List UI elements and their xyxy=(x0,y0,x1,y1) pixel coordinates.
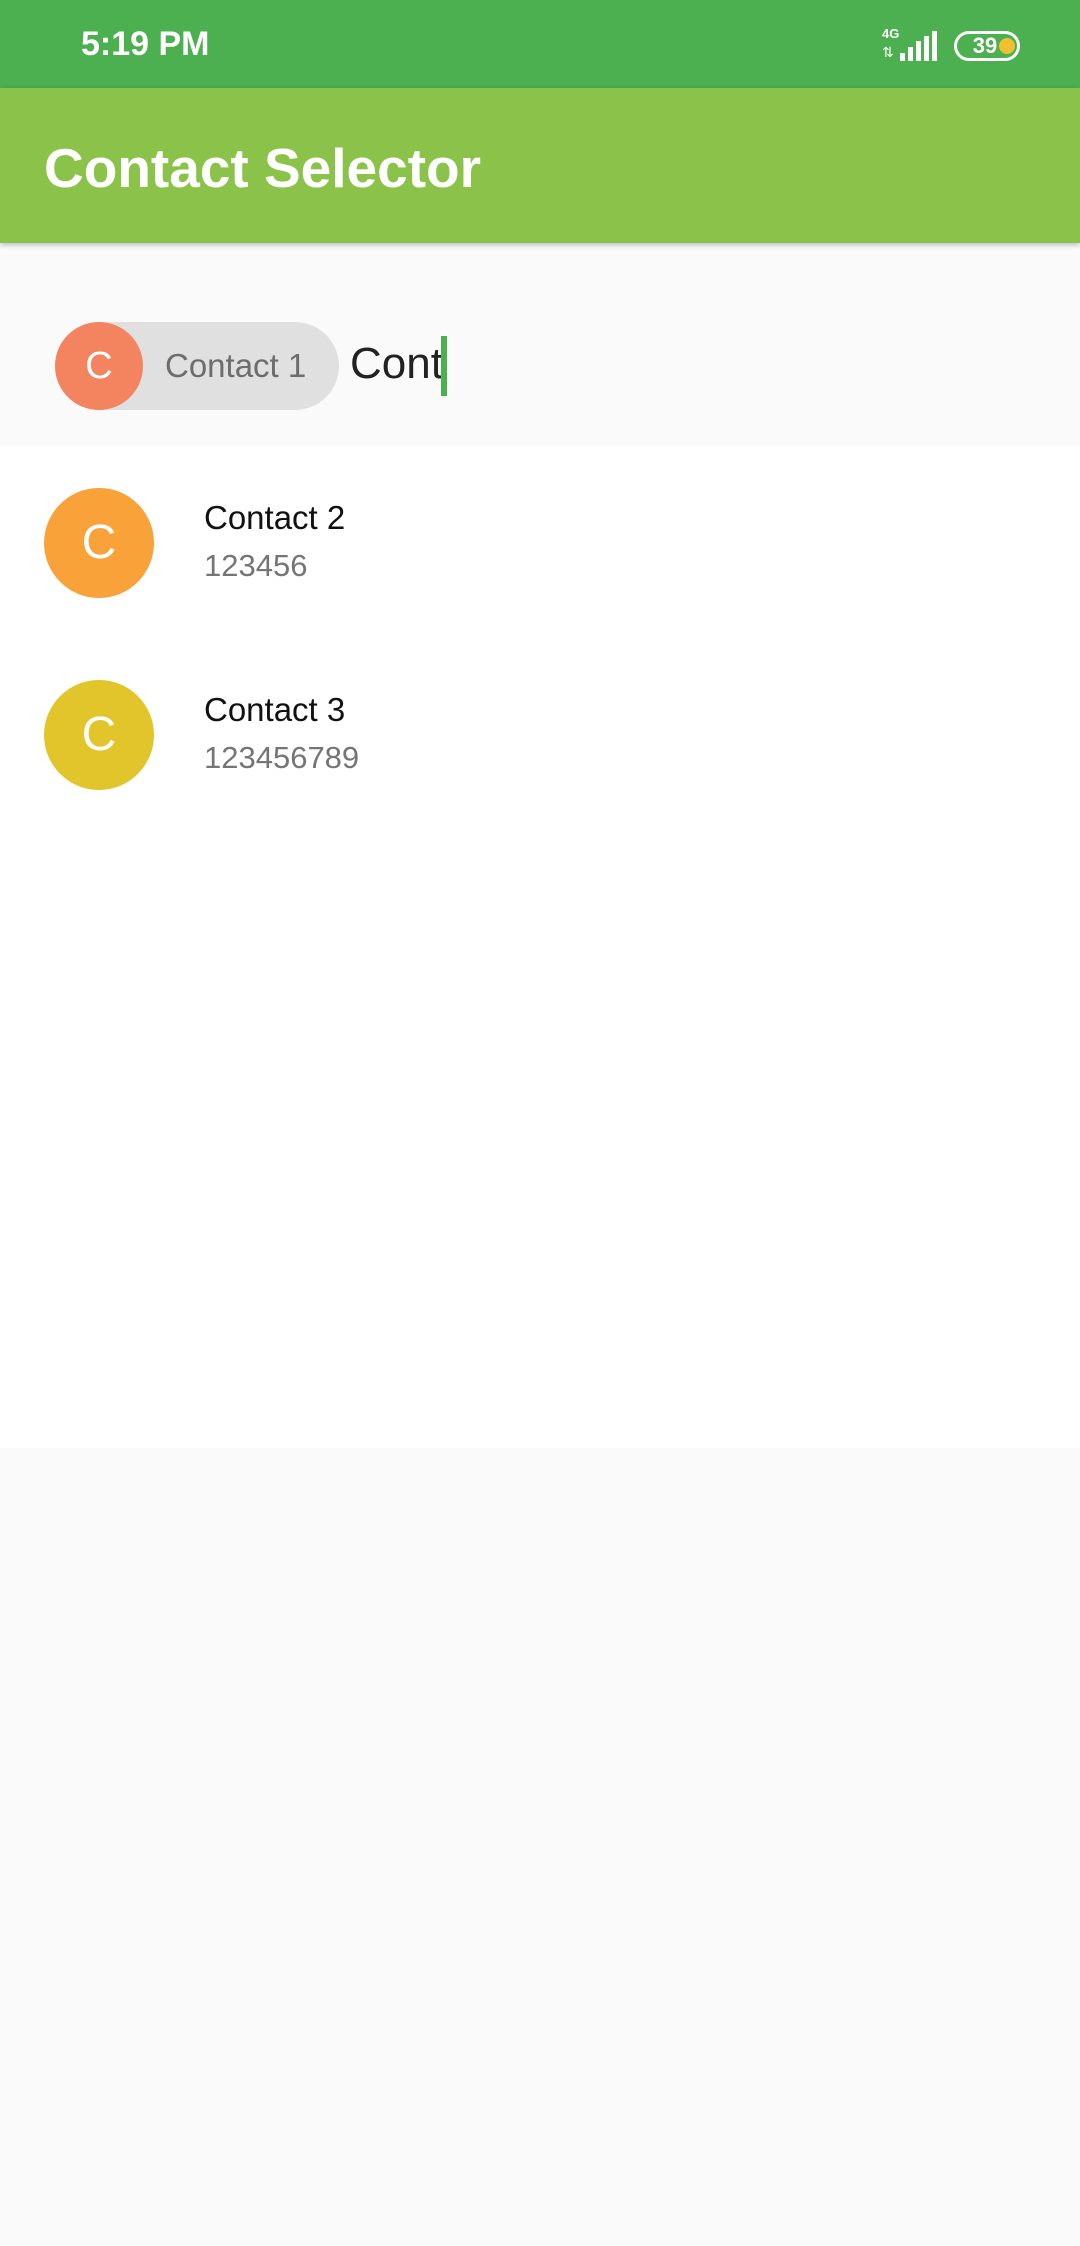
signal-strength-icon xyxy=(900,31,937,61)
chip-label: Contact 1 xyxy=(165,347,307,384)
battery-level: 39 xyxy=(972,33,998,58)
app-bar: Contact Selector xyxy=(0,88,1080,243)
status-time: 5:19 PM xyxy=(81,25,210,63)
avatar: C xyxy=(44,488,154,598)
network-type-label: 4G xyxy=(882,26,900,41)
contact-name: Contact 3 xyxy=(204,691,346,728)
status-bar: 5:19 PM 4G ⇅ 39 xyxy=(0,0,1080,88)
contact-selector-field[interactable]: C Contact 1 Cont xyxy=(0,243,1080,446)
selected-contact-chip[interactable]: C Contact 1 xyxy=(55,322,339,410)
list-item[interactable]: C Contact 2 123456 xyxy=(0,446,1080,638)
contact-phone: 123456789 xyxy=(204,740,360,775)
contact-suggestion-list: C Contact 2 123456 C Contact 3 123456789 xyxy=(0,446,1080,1448)
list-item[interactable]: C Contact 3 123456789 xyxy=(0,638,1080,830)
data-activity-icon: ⇅ xyxy=(882,44,894,60)
text-cursor xyxy=(441,336,447,396)
contact-phone: 123456 xyxy=(204,548,308,583)
battery-icon: 39 xyxy=(954,31,1020,61)
page-title: Contact Selector xyxy=(44,137,482,199)
avatar: C xyxy=(55,322,143,410)
search-input[interactable]: Cont xyxy=(350,334,1030,394)
contact-name: Contact 2 xyxy=(204,499,346,536)
avatar: C xyxy=(44,680,154,790)
